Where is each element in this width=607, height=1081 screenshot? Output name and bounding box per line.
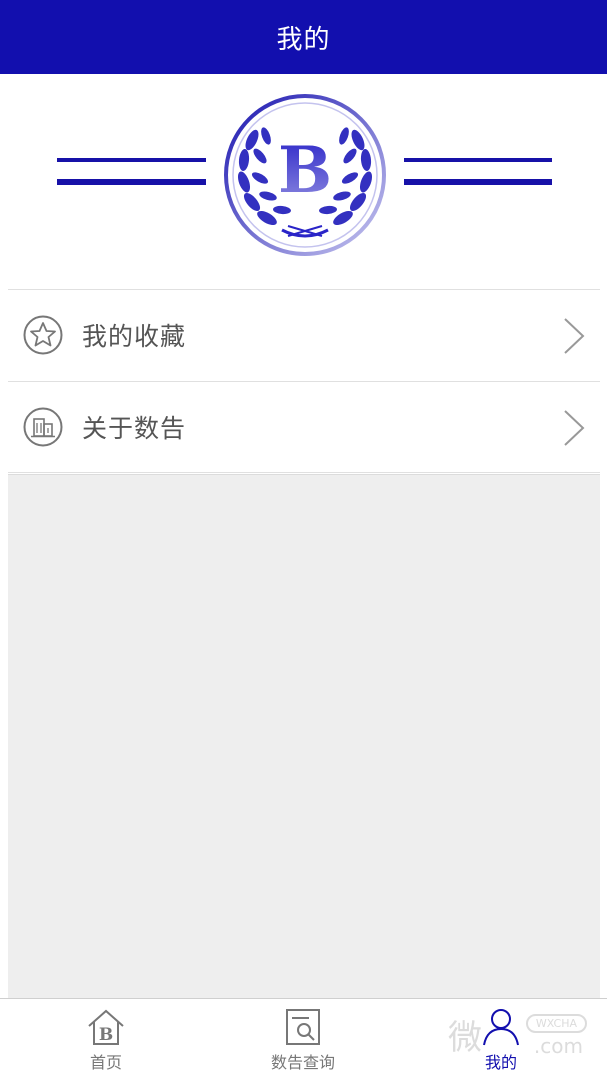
- page-title: 我的: [276, 24, 331, 55]
- home-icon: B: [88, 1009, 124, 1045]
- watermark-suffix: .com: [533, 1034, 583, 1058]
- menu-item-about[interactable]: 关于数告: [8, 381, 600, 473]
- menu-item-favorites[interactable]: 我的收藏: [8, 289, 600, 380]
- top-navigation-bar: 我的: [0, 0, 607, 74]
- menu-item-label: 我的收藏: [82, 322, 187, 351]
- decorative-line: [57, 158, 206, 162]
- decorative-line: [57, 179, 206, 185]
- content-background: [8, 474, 600, 999]
- search-document-icon: [286, 1009, 320, 1045]
- tab-home[interactable]: B 首页: [46, 999, 166, 1081]
- decorative-line: [404, 179, 552, 185]
- chevron-right-icon: [564, 410, 585, 446]
- tab-label: 首页: [89, 1053, 122, 1072]
- watermark-text: 微: [448, 1018, 482, 1058]
- decorative-line: [404, 158, 552, 162]
- user-icon: [483, 1009, 519, 1046]
- svg-text:B: B: [278, 133, 332, 208]
- chevron-right-icon: [564, 318, 585, 354]
- bottom-tab-bar: B 首页 数告查询 我的: [0, 998, 607, 1081]
- tab-search[interactable]: 数告查询: [243, 999, 363, 1081]
- star-icon: [23, 315, 63, 355]
- laurel-logo-icon: B: [224, 94, 386, 256]
- watermark-badge: WXCHA: [525, 1014, 587, 1033]
- tab-label: 数告查询: [270, 1053, 335, 1072]
- svg-text:B: B: [99, 1025, 113, 1045]
- menu-item-label: 关于数告: [82, 414, 187, 443]
- building-icon: [23, 407, 63, 447]
